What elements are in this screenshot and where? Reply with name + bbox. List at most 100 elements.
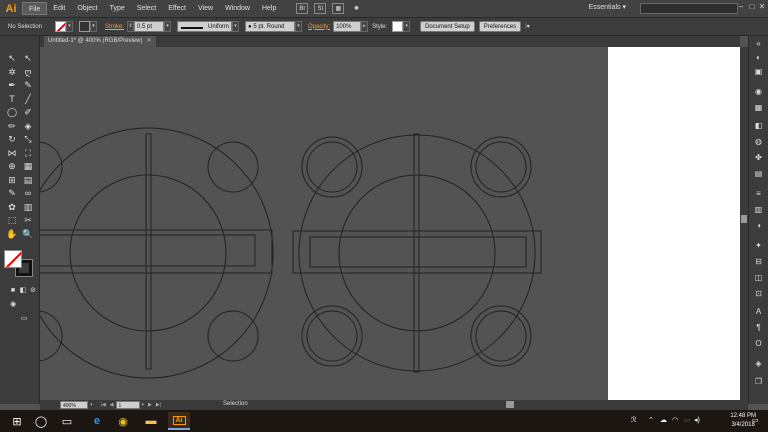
menu-select[interactable]: Select <box>131 2 162 15</box>
document-tab[interactable]: Untitled-1* @ 400% (RGB/Preview) ✕ <box>44 36 156 47</box>
pathfinder-panel-icon[interactable]: ◫ <box>753 272 764 283</box>
minimize-button[interactable]: – <box>736 2 746 14</box>
stroke-dropdown[interactable]: ▾ <box>90 21 98 32</box>
stroke-weight-field[interactable]: 0.5 pt <box>134 21 165 32</box>
right-small-circle-tl[interactable] <box>301 136 363 198</box>
edge-browser-icon[interactable]: e <box>86 412 108 430</box>
artwork[interactable] <box>40 47 740 400</box>
stroke-profile-select[interactable]: Uniform <box>177 21 233 32</box>
width-tool[interactable]: ⋈ <box>5 147 19 160</box>
rotate-tool[interactable]: ↻ <box>5 133 19 146</box>
align-panel-icon[interactable]: ⊟ <box>753 256 764 267</box>
volume-icon[interactable]: ◂) <box>694 416 700 424</box>
none-mode-icon[interactable]: ⊘ <box>26 284 40 297</box>
stock-icon[interactable]: St <box>314 3 327 14</box>
vertical-scrollbar[interactable] <box>740 47 748 400</box>
fill-stroke-widget[interactable] <box>4 250 34 278</box>
chrome-browser-icon[interactable]: ◉ <box>112 412 134 430</box>
workspace-switcher[interactable]: Essentials ▾ <box>589 3 626 11</box>
last-artboard-icon[interactable]: ▶| <box>156 402 161 408</box>
stroke-profile-dropdown[interactable]: ▾ <box>232 21 240 32</box>
eraser-tool[interactable]: ◈ <box>21 120 35 133</box>
shape-builder-tool[interactable]: ⊕ <box>5 160 19 173</box>
draw-mode-icon[interactable]: ◉ <box>6 298 20 311</box>
fill-dropdown[interactable]: ▾ <box>66 21 74 32</box>
task-view-icon[interactable]: ▭ <box>56 412 78 430</box>
left-vertical-bar[interactable] <box>145 133 152 370</box>
opacity-dropdown[interactable]: ▸ <box>361 21 369 32</box>
arrange-documents-icon[interactable]: ▦ <box>332 3 345 14</box>
artboard-tool[interactable]: ⬚ <box>5 214 19 227</box>
artboards-panel-icon[interactable]: ❐ <box>753 376 764 387</box>
zoom-field[interactable]: 400% <box>60 401 88 409</box>
gpu-performance-icon[interactable]: ✺ <box>350 3 362 14</box>
transparency-panel-icon[interactable]: ◑ <box>753 220 764 231</box>
opacity-field[interactable]: 100% <box>333 21 362 32</box>
libraries-panel-icon[interactable]: ▣ <box>753 66 764 77</box>
paintbrush-tool[interactable]: ✐ <box>21 106 35 119</box>
artboard-number-field[interactable]: 1 <box>115 401 140 409</box>
layers-panel-icon[interactable]: ◈ <box>753 358 764 369</box>
right-small-circle-tl-inner[interactable] <box>306 141 358 193</box>
zoom-tool[interactable]: 🔍 <box>21 228 35 241</box>
line-tool[interactable]: ╱ <box>21 93 35 106</box>
arrange-icon[interactable]: ⁞▾ <box>525 23 530 30</box>
stroke-panel-icon[interactable]: ≡ <box>753 188 764 199</box>
windows-start-icon[interactable]: ⊞ <box>6 412 28 430</box>
lasso-tool[interactable]: ღ <box>21 66 35 79</box>
opacity-label[interactable]: Opacity: <box>308 24 330 30</box>
brushes-panel-icon[interactable]: ◍ <box>753 136 764 147</box>
illustrator-taskbar-icon[interactable]: Ai <box>168 412 190 430</box>
stroke-weight-stepper[interactable]: ⇕ <box>127 21 135 32</box>
prev-artboard-icon[interactable]: ◀ <box>110 402 114 408</box>
cortana-search-icon[interactable]: ◯ <box>30 412 52 430</box>
stroke-label[interactable]: Stroke: <box>105 24 124 30</box>
right-small-circle-tr[interactable] <box>470 136 532 198</box>
first-artboard-icon[interactable]: |◀ <box>101 402 106 408</box>
maximize-button[interactable]: □ <box>747 2 757 14</box>
curvature-tool[interactable]: ✎ <box>21 79 35 92</box>
type-tool[interactable]: T <box>5 93 19 106</box>
right-vertical-bar[interactable] <box>413 133 420 373</box>
search-input[interactable] <box>640 3 738 14</box>
style-dropdown[interactable]: ▾ <box>403 21 411 32</box>
color-panel-icon[interactable]: ◉ <box>753 86 764 97</box>
right-inner-rect[interactable] <box>309 236 527 268</box>
canvas[interactable] <box>40 47 740 400</box>
right-outer-circle[interactable] <box>298 134 536 372</box>
bridge-icon[interactable]: Br <box>296 3 309 14</box>
opentype-panel-icon[interactable]: O <box>753 338 764 349</box>
menu-edit[interactable]: Edit <box>47 2 71 15</box>
close-button[interactable]: ✕ <box>757 2 767 14</box>
horizontal-scroll-thumb[interactable] <box>506 401 514 408</box>
scale-tool[interactable]: ⤡ <box>21 133 35 146</box>
magic-wand-tool[interactable]: ✲ <box>5 66 19 79</box>
people-icon[interactable]: ℛ <box>631 416 637 424</box>
menu-type[interactable]: Type <box>104 2 131 15</box>
shaper-tool[interactable]: ✏ <box>5 120 19 133</box>
symbol-sprayer-tool[interactable]: ✿ <box>5 201 19 214</box>
gradient-panel-icon[interactable]: ▥ <box>753 204 764 215</box>
left-outer-rect[interactable] <box>40 229 273 274</box>
menu-view[interactable]: View <box>192 2 219 15</box>
stroke-swatch[interactable] <box>79 21 91 32</box>
left-outer-circle[interactable] <box>40 127 274 379</box>
swatches-panel-icon[interactable]: ▦ <box>753 102 764 113</box>
ellipse-tool[interactable]: ◯ <box>5 106 19 119</box>
style-swatch[interactable] <box>392 21 404 32</box>
gradient-tool[interactable]: ▤ <box>21 174 35 187</box>
hand-tool[interactable]: ✋ <box>5 228 19 241</box>
column-graph-tool[interactable]: ▥ <box>21 201 35 214</box>
tray-chevron-icon[interactable]: ⌃ <box>648 416 654 424</box>
artboard-dropdown-icon[interactable]: ▾ <box>142 402 145 408</box>
menu-help[interactable]: Help <box>256 2 282 15</box>
brush-select[interactable]: ● 5 pt. Round <box>245 21 296 32</box>
stroke-weight-dropdown[interactable]: ▾ <box>164 21 172 32</box>
onedrive-icon[interactable]: ☁ <box>660 416 667 424</box>
left-small-circle-br[interactable] <box>207 310 259 362</box>
slice-tool[interactable]: ✂ <box>21 214 35 227</box>
menu-object[interactable]: Object <box>71 2 103 15</box>
left-small-circle-bl[interactable] <box>40 310 63 362</box>
free-transform-tool[interactable]: ⛶ <box>21 147 35 160</box>
file-explorer-icon[interactable]: ▬ <box>140 412 162 430</box>
